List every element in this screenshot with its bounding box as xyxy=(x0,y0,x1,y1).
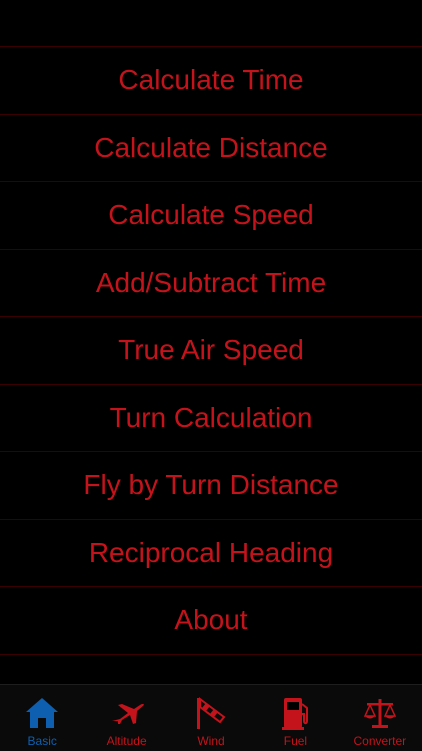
windsock-icon xyxy=(197,697,226,729)
menu-item-calculate-time[interactable]: Calculate Time xyxy=(0,47,422,115)
home-icon xyxy=(26,698,59,728)
menu-item-true-air-speed[interactable]: True Air Speed xyxy=(0,317,422,385)
tab-label: Wind xyxy=(197,734,225,748)
menu-item-add-subtract-time[interactable]: Add/Subtract Time xyxy=(0,249,422,317)
tab-altitude[interactable]: Altitude xyxy=(84,685,168,751)
menu-item-turn-calculation[interactable]: Turn Calculation xyxy=(0,384,422,452)
tab-converter[interactable]: Converter xyxy=(338,685,422,751)
tab-wind[interactable]: Wind xyxy=(169,685,253,751)
menu-list: Calculate Time Calculate Distance Calcul… xyxy=(0,46,422,655)
tab-bar: Basic Altitude Wind Fuel Converter xyxy=(0,684,422,751)
menu-item-calculate-speed[interactable]: Calculate Speed xyxy=(0,182,422,250)
tab-label: Basic xyxy=(27,734,57,748)
fuel-pump-icon xyxy=(282,698,309,730)
menu-item-about[interactable]: About xyxy=(0,587,422,655)
menu-item-fly-by-turn-distance[interactable]: Fly by Turn Distance xyxy=(0,452,422,520)
menu-item-reciprocal-heading[interactable]: Reciprocal Heading xyxy=(0,519,422,587)
menu-item-calculate-distance[interactable]: Calculate Distance xyxy=(0,114,422,182)
tab-label: Fuel xyxy=(283,734,308,748)
scale-icon xyxy=(363,699,396,728)
tab-fuel[interactable]: Fuel xyxy=(253,685,337,751)
tab-basic[interactable]: Basic xyxy=(0,685,84,751)
tab-label: Altitude xyxy=(106,734,147,748)
tab-label: Converter xyxy=(353,734,407,748)
airplane-icon xyxy=(111,703,144,724)
